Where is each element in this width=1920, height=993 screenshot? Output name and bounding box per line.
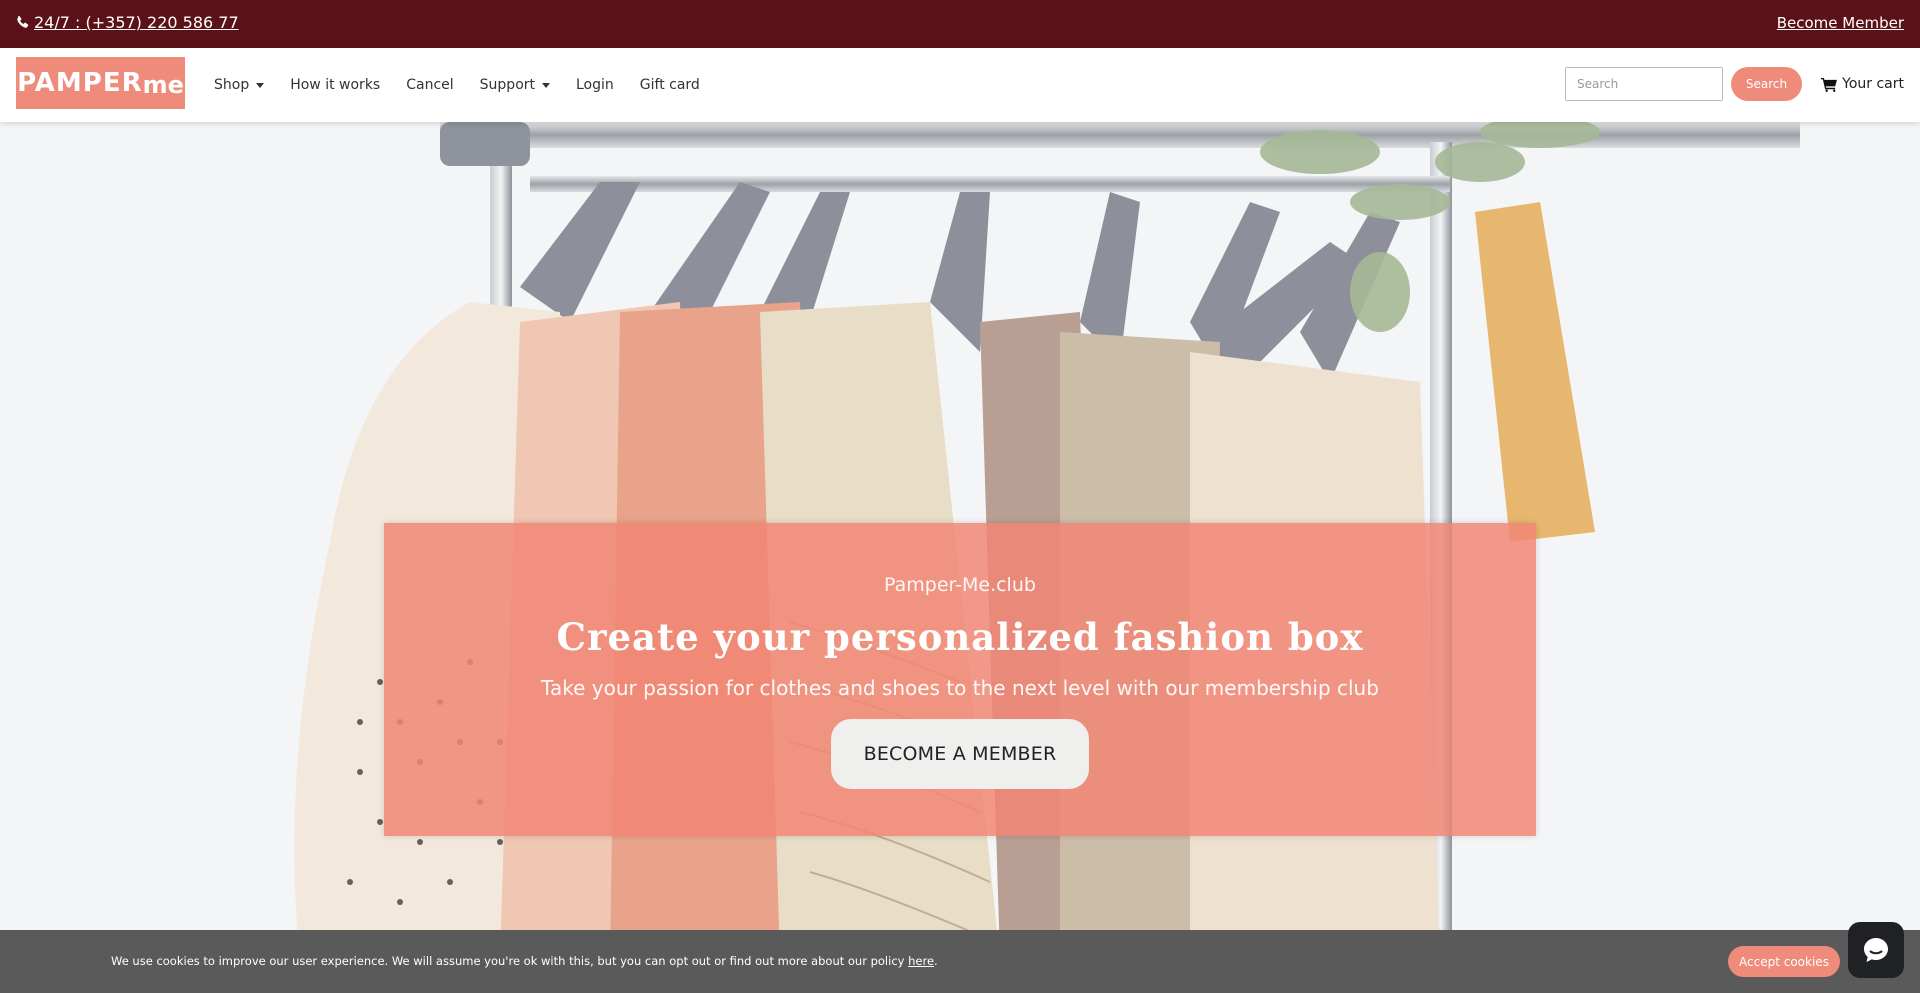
phone-link[interactable]: 24/7 : (+357) 220 586 77 xyxy=(15,13,239,32)
shopping-cart-icon xyxy=(1821,77,1838,92)
become-member-button[interactable]: BECOME A MEMBER xyxy=(831,719,1089,789)
phone-number: 24/7 : (+357) 220 586 77 xyxy=(34,13,239,32)
chat-icon xyxy=(1864,938,1888,962)
hero-headline: Create your personalized fashion box xyxy=(556,615,1364,659)
cart-link[interactable]: Your cart xyxy=(1821,76,1904,92)
caret-down-icon xyxy=(256,82,265,88)
nav-item-support[interactable]: Support xyxy=(480,77,550,93)
hero-site-name: Pamper-Me.club xyxy=(884,574,1036,596)
nav-item-label: Gift card xyxy=(639,77,700,93)
accept-cookies-button[interactable]: Accept cookies xyxy=(1728,946,1840,977)
nav-item-label: Support xyxy=(479,77,535,93)
hero-subtitle: Take your passion for clothes and shoes … xyxy=(541,676,1379,700)
hero-overlay-box: Pamper-Me.club Create your personalized … xyxy=(384,523,1536,836)
cookie-message-end: . xyxy=(934,954,938,968)
become-member-link[interactable]: Become Member xyxy=(1777,14,1904,32)
pamperme-logo[interactable]: PAMPER me xyxy=(16,57,185,109)
nav-item-label: Shop xyxy=(214,77,250,93)
nav-item-login[interactable]: Login xyxy=(576,77,614,93)
phone-icon xyxy=(17,15,29,28)
cookie-message: We use cookies to improve our user exper… xyxy=(111,954,938,968)
nav-item-label: Cancel xyxy=(406,77,454,93)
cookie-message-text: We use cookies to improve our user exper… xyxy=(111,954,909,968)
nav-links: Shop How it works Cancel Support Login G… xyxy=(214,48,726,122)
nav-item-cancel[interactable]: Cancel xyxy=(406,77,453,93)
top-bar: 24/7 : (+357) 220 586 77 Become Member xyxy=(0,0,1920,48)
nav-item-label: Login xyxy=(576,77,614,93)
cart-label: Your cart xyxy=(1842,76,1904,92)
hero-section: Pamper-Me.club Create your personalized … xyxy=(0,122,1920,958)
nav-item-how-it-works[interactable]: How it works xyxy=(290,77,380,93)
cookie-banner: We use cookies to improve our user exper… xyxy=(0,930,1920,993)
nav-item-shop[interactable]: Shop xyxy=(214,77,265,93)
search-input[interactable] xyxy=(1565,67,1723,101)
nav-item-gift-card[interactable]: Gift card xyxy=(640,77,700,93)
search-button[interactable]: Search xyxy=(1731,67,1802,101)
caret-down-icon xyxy=(542,82,550,88)
nav-item-label: How it works xyxy=(290,77,381,93)
cookie-policy-link[interactable]: here xyxy=(908,954,934,968)
main-navbar: PAMPER me Shop How it works Cancel Suppor… xyxy=(0,48,1920,122)
logo-text-me: me xyxy=(142,71,184,99)
logo-text-pamper: PAMPER xyxy=(17,68,143,98)
chat-widget-button[interactable] xyxy=(1848,922,1904,978)
